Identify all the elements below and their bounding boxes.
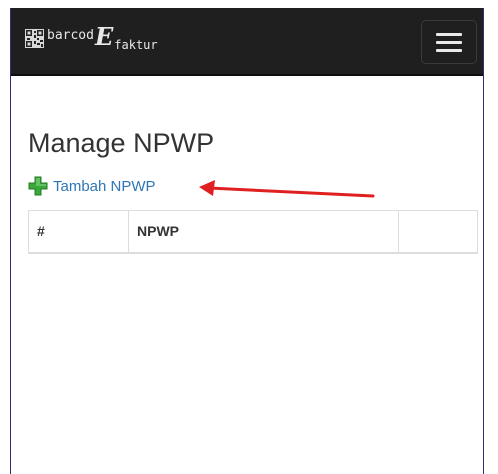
hamburger-menu-icon-bar	[436, 32, 462, 36]
browser-viewport: barcod E faktur Manage NPWP Tambah NPWP …	[10, 8, 484, 474]
table-header-row: # NPWP	[28, 210, 478, 254]
brand-text-faktur: faktur	[114, 38, 158, 52]
hamburger-menu-icon-bar	[436, 40, 462, 44]
npwp-table: # NPWP	[28, 210, 478, 254]
green-plus-icon	[28, 176, 48, 196]
page-title: Manage NPWP	[28, 128, 215, 158]
red-arrow-annotation	[199, 180, 375, 198]
column-header-number: #	[28, 210, 129, 254]
brand-text-e: E	[94, 22, 114, 51]
add-npwp-label: Tambah NPWP	[53, 177, 156, 195]
column-header-actions	[398, 210, 478, 254]
brand-logo[interactable]: barcod E faktur	[25, 22, 158, 56]
navbar: barcod E faktur	[11, 8, 483, 76]
qr-code-icon	[25, 29, 44, 48]
hamburger-menu-icon-bar	[436, 48, 462, 52]
add-npwp-link[interactable]: Tambah NPWP	[28, 176, 156, 196]
menu-toggle-button[interactable]	[421, 20, 477, 64]
brand-text-barcod: barcod	[47, 28, 94, 43]
column-header-npwp: NPWP	[128, 210, 399, 254]
